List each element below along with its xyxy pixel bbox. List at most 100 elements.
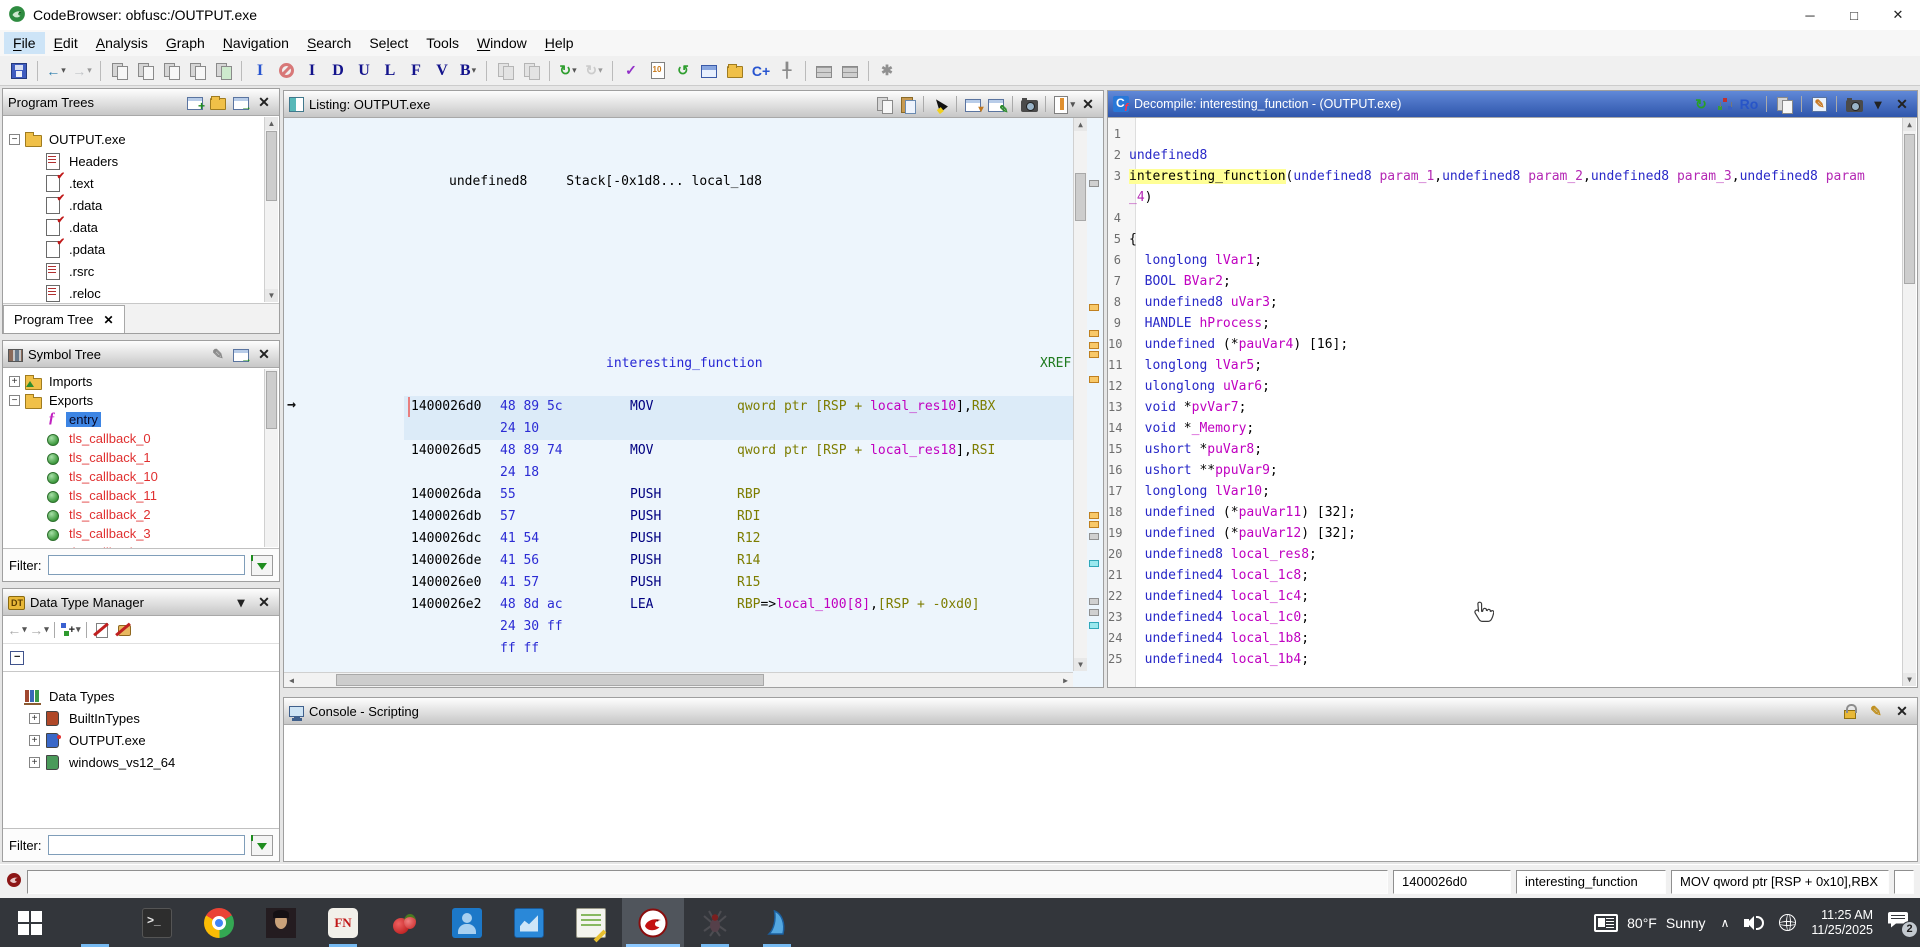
taskbar-debugger-spider[interactable]	[684, 898, 746, 947]
panel-menu-button[interactable]: ▾	[231, 592, 251, 612]
decompile-line[interactable]: 12 ulonglong uVar6;	[1108, 376, 1901, 397]
decompile-line[interactable]: 16 ushort **ppuVar9;	[1108, 460, 1901, 481]
program-tree-item[interactable]: −OUTPUT.exe	[3, 128, 279, 150]
cursor-text-button[interactable]: I	[248, 59, 272, 83]
minimize-button[interactable]: ─	[1788, 0, 1832, 30]
decompile-line[interactable]: 3interesting_function(undefined8 param_1…	[1108, 166, 1901, 187]
lock-button[interactable]	[1840, 701, 1860, 721]
decompile-line[interactable]: 10 undefined (*pauVar4) [16];	[1108, 334, 1901, 355]
graph-button[interactable]	[1715, 94, 1735, 114]
dtm-forward-button[interactable]: →▾	[29, 620, 49, 640]
new-tree-button[interactable]	[185, 92, 205, 112]
decompile-line[interactable]: 1	[1108, 124, 1901, 145]
scrollbar-thumb[interactable]	[1904, 134, 1915, 284]
taskbar-fn-app[interactable]: FN	[312, 898, 374, 947]
assembly-row[interactable]: 1400026e041 57PUSHR15	[404, 572, 1073, 594]
expander-icon[interactable]: −	[9, 395, 20, 406]
data-button[interactable]: D	[326, 59, 350, 83]
symbol-tree-item[interactable]: tls_callback_1	[3, 448, 265, 467]
listing-scrollbar[interactable]: ▲ ▼	[1073, 118, 1087, 671]
decompile-line[interactable]: 18 undefined (*pauVar11) [32];	[1108, 502, 1901, 523]
program-tree-item[interactable]: .text	[3, 172, 279, 194]
cursor-location-button[interactable]	[930, 94, 950, 114]
symbol-tree-item[interactable]: tls_callback_11	[3, 486, 265, 505]
decompile-line[interactable]: 22 undefined4 local_1c4;	[1108, 586, 1901, 607]
undefine-button[interactable]: U	[352, 59, 376, 83]
scroll-up-icon[interactable]: ▲	[1903, 118, 1916, 131]
expander-icon[interactable]: +	[29, 757, 40, 768]
assembly-row[interactable]: ff ff	[404, 638, 1073, 660]
memory-window-button[interactable]	[697, 59, 721, 83]
decompile-body[interactable]: 12undefined83interesting_function(undefi…	[1108, 118, 1917, 687]
instruction-button[interactable]: I	[300, 59, 324, 83]
scroll-marker[interactable]	[1089, 342, 1099, 349]
decompile-line[interactable]: 23 undefined4 local_1c0;	[1108, 607, 1901, 628]
listing-hscrollbar[interactable]: ◀ ▶	[284, 672, 1073, 687]
assembly-row[interactable]: 24 30 ff	[404, 616, 1073, 638]
taskbar-file-explorer[interactable]	[64, 898, 126, 947]
analyze-disabled-button[interactable]: ↻▾	[582, 59, 606, 83]
collapse-all-button[interactable]	[7, 648, 27, 668]
edit-symbol-button[interactable]: ✎	[208, 344, 228, 364]
data-type-item[interactable]: +windows_vs12_64	[3, 751, 279, 773]
xref-label[interactable]: XREF	[1040, 356, 1073, 371]
menu-file[interactable]: File	[4, 32, 45, 54]
program-tree-item[interactable]: .rdata	[3, 194, 279, 216]
copy-block-button[interactable]	[107, 59, 131, 83]
scroll-up-icon[interactable]: ▲	[1074, 118, 1087, 131]
expander-icon[interactable]: +	[9, 376, 20, 387]
scroll-up-icon[interactable]: ▲	[265, 117, 278, 130]
listing-function-label[interactable]: interesting_function	[606, 356, 763, 371]
decompile-line[interactable]: _4)	[1108, 187, 1901, 208]
tray-chevron-up-icon[interactable]: ∧	[1721, 916, 1730, 930]
menu-edit[interactable]: Edit	[45, 32, 87, 54]
program-tree-item[interactable]: .reloc	[3, 282, 279, 303]
program-tree-item[interactable]: .pdata	[3, 238, 279, 260]
scroll-marker[interactable]	[1089, 304, 1099, 311]
project-folder-button[interactable]	[723, 59, 747, 83]
scroll-marker[interactable]	[1089, 533, 1099, 540]
label-button[interactable]: L	[378, 59, 402, 83]
dtm-filter-pointers-button[interactable]	[114, 620, 134, 640]
weather-widget[interactable]: 80°FSunny	[1594, 914, 1705, 932]
start-button[interactable]	[0, 898, 60, 947]
symbol-tree-item[interactable]: −Exports	[3, 391, 265, 410]
network-globe-icon[interactable]	[1779, 914, 1796, 931]
volume-icon[interactable]	[1744, 915, 1764, 931]
close-button[interactable]: ✕	[254, 92, 274, 112]
taskbar-clock[interactable]: 11:25 AM 11/25/2025	[1811, 908, 1873, 938]
edit-button[interactable]	[1809, 94, 1829, 114]
close-button[interactable]: ✕	[254, 592, 274, 612]
assembly-row[interactable]: 1400026da55PUSHRBP	[404, 484, 1073, 506]
assembly-row[interactable]: 1400026d548 89 74MOVqword ptr [RSP + loc…	[404, 440, 1073, 462]
decompile-line[interactable]: 7 BOOL BVar2;	[1108, 271, 1901, 292]
edit-script-button[interactable]: ✎	[1866, 701, 1886, 721]
forward-button[interactable]: →▾	[70, 59, 94, 83]
taskbar-chrome[interactable]	[188, 898, 250, 947]
decompile-line[interactable]: 8 undefined8 uVar3;	[1108, 292, 1901, 313]
symbol-tree-item[interactable]: +Imports	[3, 372, 265, 391]
program-tree-item[interactable]: Headers	[3, 150, 279, 172]
symbol-tree-item[interactable]: tls_callback_10	[3, 467, 265, 486]
decompile-line[interactable]: 24 undefined4 local_1b8;	[1108, 628, 1901, 649]
decompile-line[interactable]: 20 undefined8 local_res8;	[1108, 544, 1901, 565]
scroll-right-icon[interactable]: ▶	[1058, 673, 1073, 687]
copy-button[interactable]	[1774, 94, 1794, 114]
symbol-tree-item[interactable]: tls_callback_2	[3, 505, 265, 524]
maximize-button[interactable]: □	[1832, 0, 1876, 30]
close-button[interactable]: ✕	[1876, 0, 1920, 30]
menu-analysis[interactable]: Analysis	[87, 32, 157, 54]
expander-icon[interactable]: +	[29, 735, 40, 746]
scroll-marker[interactable]	[1089, 521, 1099, 528]
menu-select[interactable]: Select	[360, 32, 417, 54]
scrollbar-thumb[interactable]	[336, 674, 764, 686]
listing-body[interactable]: → undefined8Stack[-0x1d8... local_1d8 in…	[284, 118, 1103, 687]
panel-menu-button[interactable]: ▾	[1868, 94, 1888, 114]
scroll-marker[interactable]	[1089, 560, 1099, 567]
function-button[interactable]: F	[404, 59, 428, 83]
decompile-line[interactable]: 17 longlong lVar10;	[1108, 481, 1901, 502]
program-tree-item[interactable]: .rsrc	[3, 260, 279, 282]
diff-view-button[interactable]	[986, 94, 1006, 114]
menu-help[interactable]: Help	[536, 32, 583, 54]
notification-center-icon[interactable]: 2	[1888, 912, 1912, 934]
